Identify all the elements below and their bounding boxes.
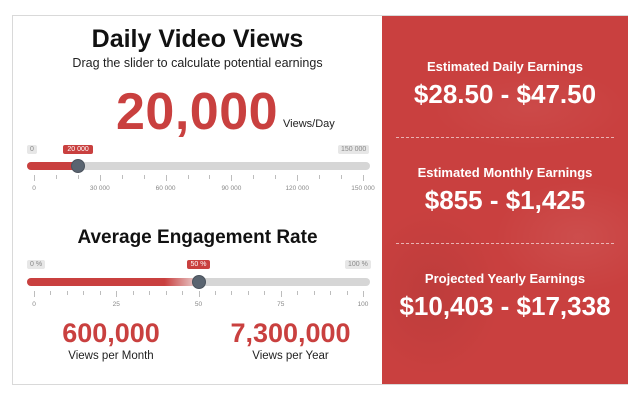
engagement-title: Average Engagement Rate xyxy=(77,227,318,248)
daily-earnings-value: $28.50 - $47.50 xyxy=(413,79,597,109)
slider-tick-label: 50 xyxy=(194,301,203,308)
slider-tick xyxy=(83,291,85,295)
slider-tick xyxy=(346,291,348,295)
yearly-earnings-heading: Projected Yearly Earnings xyxy=(424,271,586,286)
slider-tick xyxy=(132,291,134,295)
input-panel: Daily Video Views Drag the slider to cal… xyxy=(13,16,382,384)
yearly-earnings: Projected Yearly Earnings $10,403 - $17,… xyxy=(382,271,628,322)
engagement-slider-scale: 0 25 50 75 100 xyxy=(32,291,368,308)
earnings-divider xyxy=(396,243,614,244)
slider-tick xyxy=(34,175,35,181)
monthly-earnings-heading: Estimated Monthly Earnings xyxy=(417,165,593,180)
views-slider-max: 150 000 xyxy=(338,145,370,154)
slider-tick xyxy=(99,291,101,295)
slider-tick xyxy=(319,175,321,179)
views-unit: Views/Day xyxy=(283,118,335,130)
slider-tick xyxy=(280,291,282,297)
slider-tick-label: 90 000 xyxy=(221,185,242,192)
slider-tick-label: 120 000 xyxy=(285,185,309,192)
slider-tick xyxy=(313,291,315,295)
monthly-earnings: Estimated Monthly Earnings $855 - $1,425 xyxy=(382,165,628,216)
views-subtitle: Drag the slider to calculate potential e… xyxy=(72,56,323,70)
slider-tick xyxy=(66,291,68,295)
slider-tick xyxy=(297,175,299,181)
yearly-earnings-value: $10,403 - $17,338 xyxy=(399,291,611,321)
slider-tick xyxy=(198,291,200,297)
slider-tick xyxy=(182,291,184,295)
daily-earnings: Estimated Daily Earnings $28.50 - $47.50 xyxy=(382,59,628,110)
slider-tick xyxy=(253,175,255,179)
slider-tick-label: 60 000 xyxy=(155,185,176,192)
engagement-slider-min: 0 % xyxy=(27,260,46,269)
earnings-panel: Estimated Daily Earnings $28.50 - $47.50… xyxy=(382,16,628,384)
yearly-views-label: Views per Year xyxy=(252,350,329,362)
views-slider-scale: 0 30 000 60 000 90 000 120 000 150 000 xyxy=(32,175,375,192)
monthly-views-value: 600,000 xyxy=(62,318,160,348)
engagement-slider-handle[interactable] xyxy=(191,275,206,289)
slider-tick-label: 150 000 xyxy=(351,185,375,192)
calculator-card: Daily Video Views Drag the slider to cal… xyxy=(12,15,628,385)
monthly-earnings-value: $855 - $1,425 xyxy=(424,185,586,215)
views-slider-handle[interactable] xyxy=(70,159,85,173)
engagement-slider-max: 100 % xyxy=(345,260,371,269)
slider-tick xyxy=(330,291,332,295)
slider-tick xyxy=(214,291,216,295)
slider-tick xyxy=(363,291,364,297)
slider-tick xyxy=(121,175,123,179)
monthly-views-stat: 600,000 Views per Month xyxy=(41,318,181,362)
earnings-divider xyxy=(396,137,614,138)
slider-tick xyxy=(341,175,343,179)
engagement-slider-fill xyxy=(27,278,199,286)
yearly-views-value: 7,300,000 xyxy=(230,318,351,348)
slider-tick-label: 25 xyxy=(112,301,120,308)
yearly-views-stat: 7,300,000 Views per Year xyxy=(208,318,373,362)
slider-tick xyxy=(165,291,167,295)
monthly-views-label: Views per Month xyxy=(68,350,154,362)
views-value: 20,000 xyxy=(116,83,279,141)
slider-tick xyxy=(297,291,299,295)
slider-tick xyxy=(363,175,364,181)
views-title: Daily Video Views xyxy=(91,25,304,53)
slider-tick-label: 0 xyxy=(32,301,36,308)
slider-tick xyxy=(264,291,266,295)
slider-tick-label: 0 xyxy=(32,185,36,192)
slider-tick xyxy=(143,175,145,179)
slider-tick xyxy=(34,291,35,297)
views-slider-min: 0 xyxy=(27,145,37,154)
slider-tick xyxy=(55,175,57,179)
slider-tick xyxy=(99,175,101,181)
slider-tick xyxy=(149,291,151,295)
slider-tick xyxy=(231,175,233,181)
slider-tick-label: 30 000 xyxy=(89,185,110,192)
daily-earnings-heading: Estimated Daily Earnings xyxy=(426,59,584,74)
views-slider-value-bubble: 20 000 xyxy=(63,145,93,154)
slider-tick-label: 75 xyxy=(277,301,285,308)
slider-tick xyxy=(231,291,233,295)
slider-tick xyxy=(116,291,118,297)
slider-tick xyxy=(247,291,249,295)
slider-tick xyxy=(50,291,52,295)
slider-tick-label: 100 xyxy=(357,301,369,308)
slider-tick xyxy=(209,175,211,179)
slider-tick xyxy=(187,175,189,179)
slider-tick xyxy=(77,175,79,179)
slider-tick xyxy=(165,175,167,181)
engagement-slider-value-bubble: 50 % xyxy=(186,260,211,269)
slider-tick xyxy=(275,175,277,179)
